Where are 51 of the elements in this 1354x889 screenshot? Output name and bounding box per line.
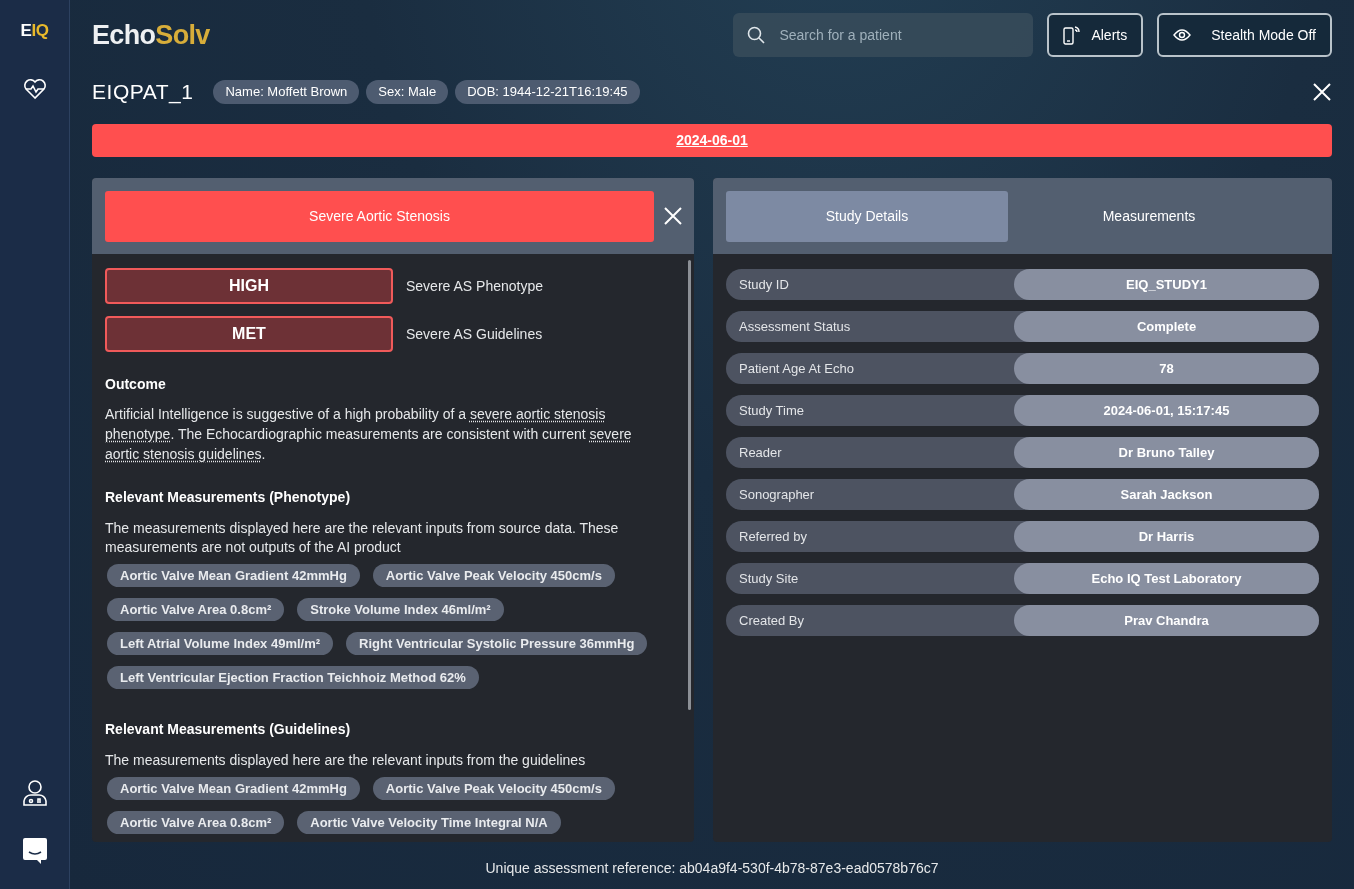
field-value: 2024-06-01, 15:17:45 xyxy=(1014,395,1319,426)
field-value: Dr Bruno Talley xyxy=(1014,437,1319,468)
section-heading: Relevant Measurements (Guidelines) xyxy=(105,720,352,739)
section-heading: Outcome xyxy=(105,375,167,394)
field-label: Study Site xyxy=(738,569,800,588)
result-label: Severe AS Guidelines xyxy=(406,324,543,344)
result-badge: HIGH xyxy=(105,268,393,304)
field-value: 78 xyxy=(1014,353,1319,384)
alerts-button[interactable]: Alerts xyxy=(1047,13,1144,57)
field-value: Complete xyxy=(1014,311,1319,342)
stealth-button[interactable]: Stealth Mode Off xyxy=(1157,13,1332,57)
field-label: Assessment Status xyxy=(738,317,852,336)
field-label: Referred by xyxy=(738,527,808,546)
patient-tag: Sex: Male xyxy=(366,80,449,104)
measurement-chip: Aortic Valve Area 0.8cm² xyxy=(107,811,285,834)
search-field[interactable]: Search for a patient xyxy=(733,13,1034,57)
result-label: Severe AS Phenotype xyxy=(406,276,543,296)
patient-id: EIQPAT_1 xyxy=(92,79,194,106)
field-value: Dr Harris xyxy=(1014,521,1319,552)
field-label: Sonographer xyxy=(738,485,816,504)
measurement-chip: Left Ventricular Ejection Fraction Teichhoiz Method 62% xyxy=(107,666,479,689)
measurement-chip: Aortic Valve Peak Velocity 450cm/s xyxy=(372,564,615,587)
field-label: Reader xyxy=(738,443,783,462)
section-heading: Relevant Measurements (Phenotype) xyxy=(105,488,352,507)
measurement-chip: Aortic Valve Peak Velocity 450cm/s xyxy=(372,777,615,800)
field-label: Created By xyxy=(738,611,806,630)
field-value: Echo IQ Test Laboratory xyxy=(1014,563,1319,594)
measurement-chip: Aortic Valve Mean Gradient 42mmHg xyxy=(107,564,360,587)
echosolv-logo: EchoSolv xyxy=(92,18,210,52)
field-value: Prav Chandra xyxy=(1014,605,1319,636)
assessment-reference: Unique assessment reference: ab04a9f4-530f-4b78-87e3-ead0578b76c7 xyxy=(485,859,939,878)
measurement-chip: Aortic Valve Velocity Time Integral N/A xyxy=(297,811,561,834)
outcome-text: Artificial Intelligence is suggestive of a high probability of a severe aortic stenosis phenotype. The Echocardiographic measurements are consistent with current severe aortic stenosis guidelines. xyxy=(105,405,633,464)
field-label: Study Time xyxy=(738,401,806,420)
field-value: Sarah Jackson xyxy=(1014,479,1319,510)
measurement-chip: Left Atrial Volume Index 49ml/m² xyxy=(107,632,334,655)
measurement-chip: Stroke Volume Index 46ml/m² xyxy=(297,598,504,621)
tab[interactable]: Measurements xyxy=(1008,190,1290,242)
section-note: The measurements displayed here are the relevant inputs from the guidelines xyxy=(105,751,587,770)
measurement-chip: Right Ventricular Systolic Pressure 36mmHg xyxy=(346,632,648,655)
measurement-chip: Aortic Valve Area 0.8cm² xyxy=(107,598,285,621)
patient-tag: DOB: 1944-12-21T16:19:45 xyxy=(455,80,640,104)
field-label: Study ID xyxy=(738,275,790,294)
section-note: The measurements displayed here are the relevant inputs from source data. These measurements are not outputs of the AI product xyxy=(105,519,620,557)
patient-tag: Name: Moffett Brown xyxy=(213,80,360,104)
field-label: Patient Age At Echo xyxy=(738,359,855,378)
app-logo: EIQ xyxy=(20,20,49,42)
measurement-chip: Aortic Valve Mean Gradient 42mmHg xyxy=(107,777,360,800)
tab[interactable]: Study Details xyxy=(726,190,1008,242)
result-badge: MET xyxy=(105,316,393,352)
field-value: EIQ_STUDY1 xyxy=(1014,269,1319,300)
